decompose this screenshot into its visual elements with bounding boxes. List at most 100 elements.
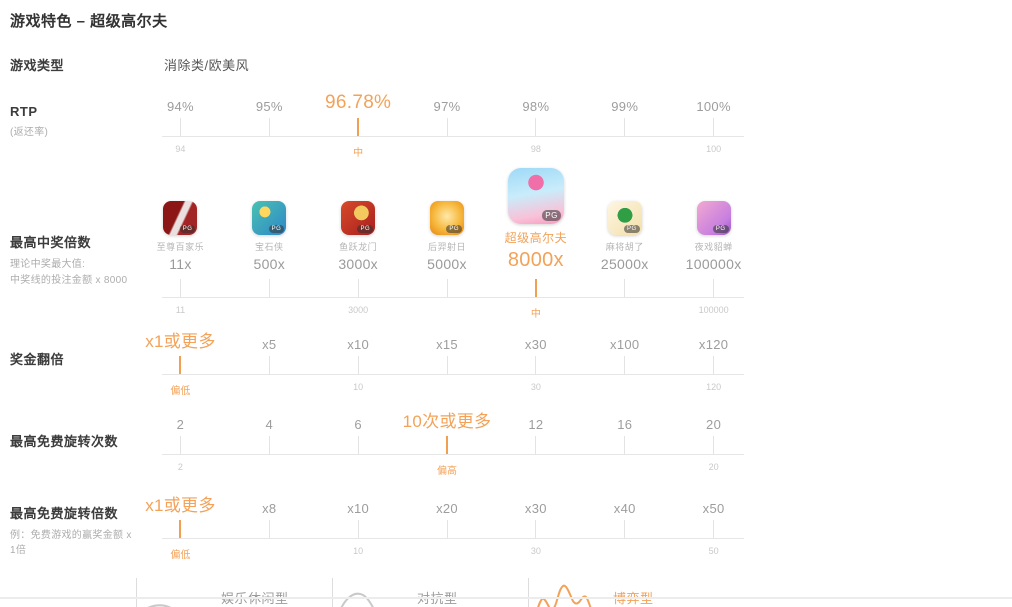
tick-mark xyxy=(357,118,360,136)
volatility-type: 对抗型（中） xyxy=(332,578,528,607)
axis-label xyxy=(580,382,669,394)
axis-label: 10 xyxy=(353,546,364,556)
scale-value: 98% xyxy=(522,99,550,114)
game-name: 宝石侠 xyxy=(255,242,284,252)
scale-value: 20 xyxy=(706,417,722,432)
axis-label: 偏低 xyxy=(170,550,191,561)
pg-badge: PG xyxy=(712,225,729,233)
game-name: 夜戏貂蝉 xyxy=(694,242,733,252)
tick-mark xyxy=(268,436,270,454)
axis-label: 30 xyxy=(530,546,541,556)
max-win-row: 最高中奖倍数 理论中奖最大值: 中奖线的投注金额 x 8000 PG 至尊百家乐 1… xyxy=(0,168,1012,320)
axis-label xyxy=(403,546,492,558)
scale-value: x1或更多 xyxy=(145,332,216,351)
scale-value: 99% xyxy=(611,99,639,114)
volatility-type: 博弈型（高） xyxy=(528,578,724,607)
gem-saviour-game-icon: PG xyxy=(252,201,287,235)
rtp-scale: 94% 95% 96.78% 97% 98% 99% 100% 94 中 98 100 xyxy=(136,92,758,159)
game-name: 超级高尔夫 xyxy=(504,231,568,245)
tick-mark xyxy=(535,356,537,374)
tick-mark xyxy=(268,118,270,136)
scale-value: x40 xyxy=(613,501,636,516)
free-spins-scale: 2 4 6 10次或更多 12 16 20 2 偏高 20 xyxy=(136,407,758,477)
rtp-label: RTP xyxy=(10,104,38,119)
axis-line xyxy=(162,136,744,137)
tick-mark xyxy=(535,520,537,538)
axis-label: 10 xyxy=(353,382,364,392)
tick-mark xyxy=(268,356,270,374)
max-win-scale: PG 至尊百家乐 11x PG 宝石侠 500x PG 鱼跃龙门 3000x PG 后羿射日 5000… xyxy=(136,168,758,320)
axis-label: 偏高 xyxy=(437,466,457,477)
game-multiplier: 8000x xyxy=(507,249,564,271)
scale-value: 96.78% xyxy=(325,92,392,113)
bonus-multiplier-scale: x1或更多 x5 x10 x15 x30 x100 x120 偏低 10 30 120 xyxy=(136,327,758,397)
pg-badge: PG xyxy=(542,210,561,221)
game-name: 至尊百家乐 xyxy=(156,242,205,252)
scale-value: x1或更多 xyxy=(145,496,216,515)
axis-label xyxy=(225,382,314,394)
max-win-desc-2: 中奖线的投注金额 x 8000 xyxy=(10,275,128,286)
axis-line xyxy=(162,297,744,298)
scale-value: 2 xyxy=(176,417,185,432)
tick-mark xyxy=(179,356,182,374)
tick-mark xyxy=(713,356,715,374)
axis-label xyxy=(225,462,314,474)
game-features-page: 游戏特色 – 超级高尔夫 游戏类型 消除类/欧美风 RTP (返还率) 94% 9… xyxy=(0,0,1012,607)
scale-value: 94% xyxy=(166,99,194,114)
free-spin-multiplier-desc: 例：免费游戏的赢奖金额 x 1倍 xyxy=(10,530,132,556)
tick-mark xyxy=(179,279,181,297)
game-type-value: 消除类/欧美风 xyxy=(164,58,250,73)
tick-mark xyxy=(357,436,359,454)
axis-label: 2 xyxy=(177,462,183,472)
tick-mark xyxy=(624,118,626,136)
scale-value: 97% xyxy=(433,99,461,114)
volatility-curve-chart xyxy=(528,578,599,607)
tick-mark xyxy=(713,436,715,454)
game-type-row: 游戏类型 消除类/欧美风 xyxy=(0,55,1012,74)
axis-label: 94 xyxy=(175,144,186,154)
free-spin-multiplier-row: 最高免费旋转倍数 例：免费游戏的赢奖金额 x 1倍 x1或更多 x8 x10 x20 x… xyxy=(0,491,1012,561)
tick-mark xyxy=(357,356,359,374)
tick-mark xyxy=(713,520,715,538)
baccarat-game-icon: PG xyxy=(163,201,198,235)
scale-value: 4 xyxy=(265,417,274,432)
pg-badge: PG xyxy=(357,225,374,233)
scale-value: x10 xyxy=(347,337,370,352)
tick-mark xyxy=(713,279,715,297)
volatility-curve-chart xyxy=(332,578,403,607)
tick-mark xyxy=(446,118,448,136)
scale-value: 10次或更多 xyxy=(402,412,492,431)
max-win-label: 最高中奖倍数 xyxy=(10,235,92,250)
tick-mark xyxy=(446,436,448,454)
tick-mark xyxy=(357,520,359,538)
scale-value: 16 xyxy=(617,417,633,432)
scale-value: 100% xyxy=(696,99,731,114)
tick-mark xyxy=(535,118,537,136)
axis-label: 50 xyxy=(708,546,719,556)
pg-badge: PG xyxy=(179,225,196,233)
tick-mark xyxy=(446,279,448,297)
tick-mark xyxy=(713,118,715,136)
scale-value: x30 xyxy=(524,501,547,516)
scale-value: x5 xyxy=(262,337,277,352)
axis-label: 100 xyxy=(706,144,722,154)
axis-label: 中 xyxy=(353,148,364,159)
diaochan-game-icon: PG xyxy=(696,201,731,235)
axis-label xyxy=(580,305,669,317)
scale-value: x50 xyxy=(702,501,725,516)
tick-mark xyxy=(179,118,181,136)
page-title: 游戏特色 – 超级高尔夫 xyxy=(10,13,168,30)
scale-value: 12 xyxy=(528,417,544,432)
axis-label: 中 xyxy=(530,309,541,320)
tick-mark xyxy=(535,436,537,454)
scale-value: x8 xyxy=(262,501,277,516)
axis-line xyxy=(162,374,744,375)
tick-mark xyxy=(268,520,270,538)
game-multiplier: 100000x xyxy=(685,256,742,272)
game-type-label: 游戏类型 xyxy=(10,58,65,73)
bottom-divider xyxy=(0,597,1012,599)
scale-value: 6 xyxy=(354,417,362,432)
game-cell: PG 宝石侠 500x xyxy=(225,201,314,272)
free-spins-row: 最高免费旋转次数 2 4 6 10次或更多 12 16 20 2 偏高 20 xyxy=(0,407,1012,477)
scale-value: x120 xyxy=(698,337,729,352)
